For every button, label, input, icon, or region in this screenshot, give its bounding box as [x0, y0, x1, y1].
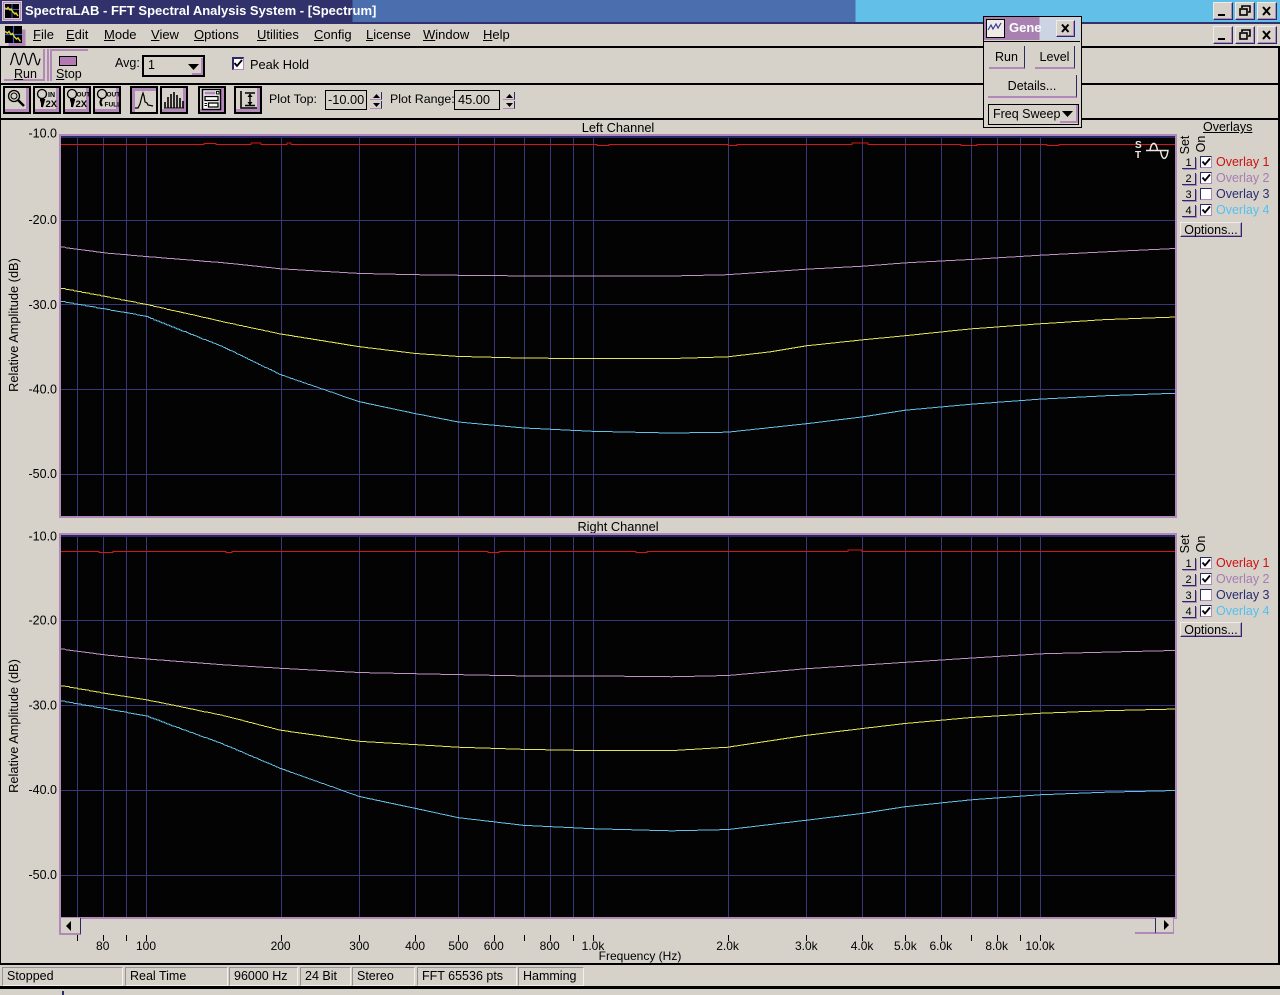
svg-text:T: T: [1135, 150, 1141, 161]
svg-text:-10.0: -10.0: [29, 127, 58, 141]
svg-text:600: 600: [484, 939, 504, 953]
svg-text:-50.0: -50.0: [29, 467, 58, 481]
svg-text:On: On: [1194, 136, 1208, 153]
svg-text:-40.0: -40.0: [29, 783, 58, 797]
svg-text:3.0k: 3.0k: [795, 939, 819, 953]
svg-text:100: 100: [136, 939, 156, 953]
svg-text:Set: Set: [1178, 534, 1192, 553]
svg-text:Relative Amplitude (dB): Relative Amplitude (dB): [6, 258, 21, 392]
svg-text:5.0k: 5.0k: [894, 939, 918, 953]
svg-text:10.0k: 10.0k: [1025, 939, 1055, 953]
svg-text:On: On: [1194, 536, 1208, 553]
svg-text:-40.0: -40.0: [29, 383, 58, 397]
svg-text:200: 200: [271, 939, 291, 953]
svg-text:4.0k: 4.0k: [851, 939, 875, 953]
svg-text:-20.0: -20.0: [29, 213, 58, 227]
svg-text:Frequency (Hz): Frequency (Hz): [599, 949, 682, 963]
svg-text:-30.0: -30.0: [29, 298, 58, 312]
svg-text:-30.0: -30.0: [29, 698, 58, 712]
svg-text:-10.0: -10.0: [29, 530, 58, 544]
svg-text:8.0k: 8.0k: [985, 939, 1009, 953]
svg-text:80: 80: [96, 939, 110, 953]
svg-text:-50.0: -50.0: [29, 868, 58, 882]
svg-text:400: 400: [405, 939, 425, 953]
svg-text:Set: Set: [1178, 135, 1192, 154]
svg-text:-20.0: -20.0: [29, 613, 58, 627]
svg-text:Relative Amplitude (dB): Relative Amplitude (dB): [6, 659, 21, 793]
svg-text:2.0k: 2.0k: [716, 939, 740, 953]
svg-text:300: 300: [349, 939, 369, 953]
svg-text:500: 500: [448, 939, 468, 953]
svg-text:800: 800: [540, 939, 560, 953]
svg-text:6.0k: 6.0k: [929, 939, 953, 953]
